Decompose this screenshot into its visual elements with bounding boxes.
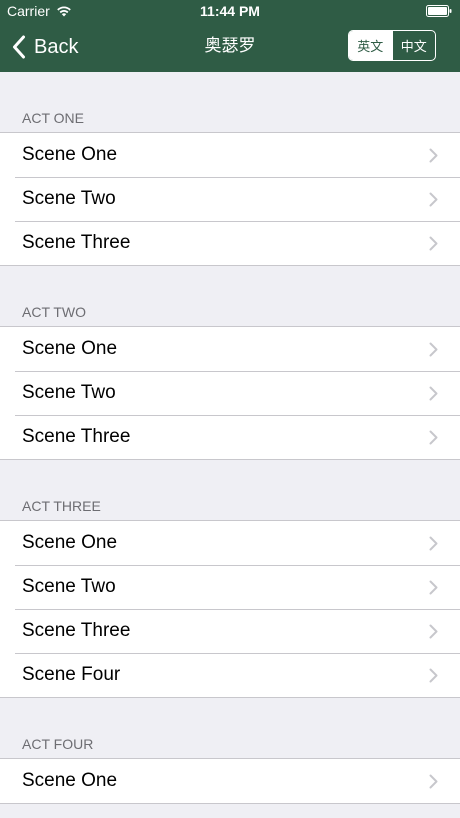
page-title: 奥瑟罗 — [204, 36, 256, 55]
table-row[interactable]: Scene One — [0, 327, 460, 371]
row-label: Scene One — [22, 338, 118, 359]
chevron-right-icon — [429, 192, 438, 207]
status-time: 11:44 PM — [200, 3, 260, 19]
table-row[interactable]: Scene Four — [0, 653, 460, 697]
chevron-right-icon — [429, 668, 438, 683]
row-label: Scene One — [22, 532, 118, 553]
row-label: Scene Two — [22, 576, 116, 597]
segment-english[interactable]: 英文 — [349, 31, 392, 60]
back-button[interactable]: Back — [12, 34, 78, 60]
chevron-right-icon — [429, 342, 438, 357]
section-header: ACT FOUR — [22, 736, 94, 752]
section-act-one: Scene One Scene Two Scene Three — [0, 132, 460, 266]
section-header: ACT THREE — [22, 498, 101, 514]
app-screen: Carrier 11:44 PM Back 奥瑟罗 英文 中文 ACT ONE … — [0, 0, 460, 818]
table-row[interactable]: Scene One — [0, 759, 460, 803]
section-act-three: Scene One Scene Two Scene Three Scene Fo… — [0, 520, 460, 698]
row-label: Scene One — [22, 770, 118, 791]
row-label: Scene Three — [22, 232, 131, 253]
section-act-four: Scene One — [0, 758, 460, 804]
back-button-label: Back — [34, 36, 79, 58]
table-row[interactable]: Scene Two — [0, 177, 460, 221]
chevron-right-icon — [429, 624, 438, 639]
chevron-right-icon — [429, 430, 438, 445]
table-row[interactable]: Scene One — [0, 133, 460, 177]
chevron-right-icon — [429, 148, 438, 163]
table-row[interactable]: Scene Three — [0, 415, 460, 459]
table-row[interactable]: Scene One — [0, 521, 460, 565]
header: Carrier 11:44 PM Back 奥瑟罗 英文 中文 — [0, 0, 460, 72]
section-header: ACT ONE — [22, 110, 84, 126]
row-label: Scene Three — [22, 620, 131, 641]
battery-icon — [426, 5, 452, 17]
acts-table: ACT ONE Scene One Scene Two Scene Three … — [0, 72, 460, 804]
section-header: ACT TWO — [22, 304, 87, 320]
navigation-bar: Back 奥瑟罗 英文 中文 — [0, 22, 460, 72]
status-bar: Carrier 11:44 PM — [0, 0, 460, 22]
chevron-right-icon — [429, 580, 438, 595]
row-label: Scene Two — [22, 188, 116, 209]
chevron-right-icon — [429, 774, 438, 789]
chevron-right-icon — [429, 386, 438, 401]
chevron-right-icon — [429, 236, 438, 251]
row-label: Scene Four — [22, 664, 121, 685]
section-act-two: Scene One Scene Two Scene Three — [0, 326, 460, 460]
table-row[interactable]: Scene Two — [0, 565, 460, 609]
row-label: Scene Three — [22, 426, 131, 447]
segment-chinese[interactable]: 中文 — [391, 31, 436, 60]
language-segmented-control: 英文 中文 — [348, 30, 436, 61]
row-label: Scene Two — [22, 382, 116, 403]
row-label: Scene One — [22, 144, 118, 165]
table-row[interactable]: Scene Two — [0, 371, 460, 415]
table-row[interactable]: Scene Three — [0, 221, 460, 265]
chevron-left-icon — [13, 35, 25, 59]
table-row[interactable]: Scene Three — [0, 609, 460, 653]
chevron-right-icon — [429, 536, 438, 551]
